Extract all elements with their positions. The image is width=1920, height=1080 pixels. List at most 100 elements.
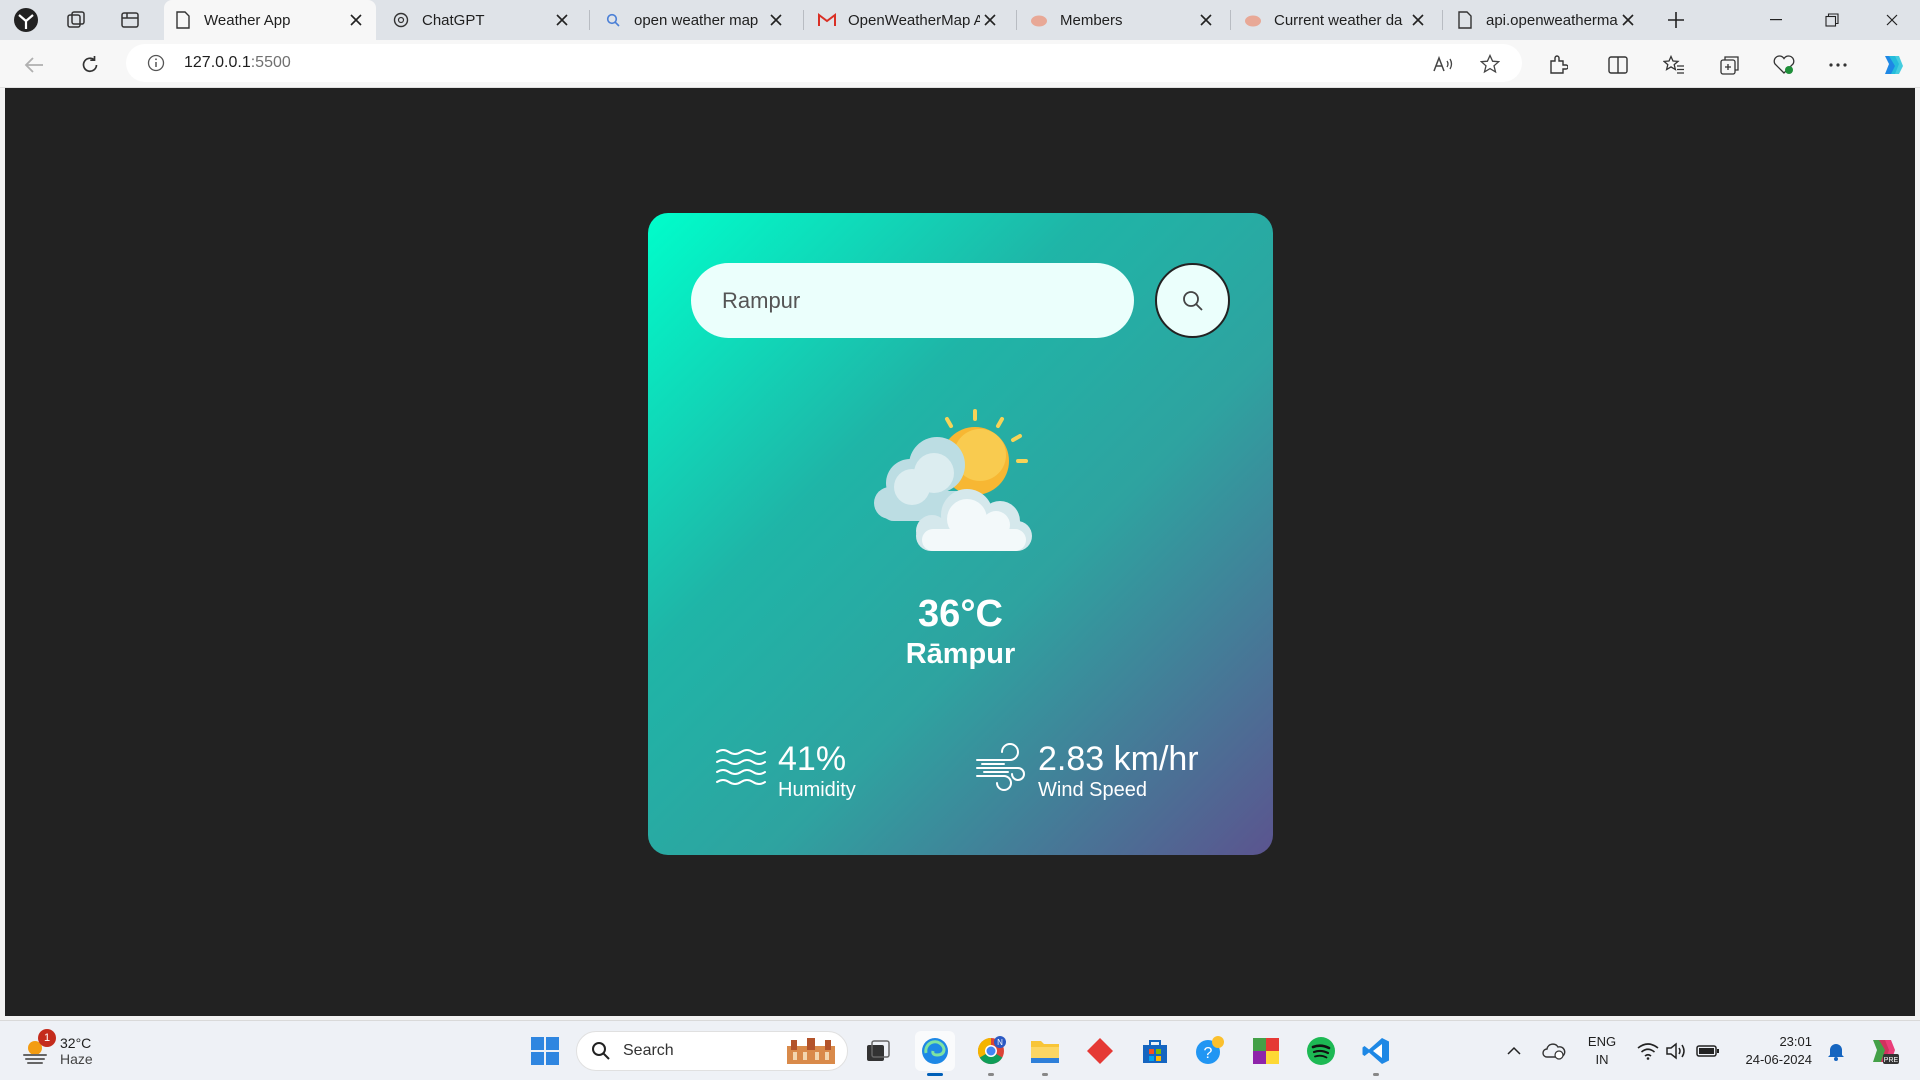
paint-app-icon[interactable] xyxy=(1246,1031,1286,1071)
edge-icon[interactable] xyxy=(915,1031,955,1076)
temperature: 36°C xyxy=(918,593,1003,635)
humidity-icon xyxy=(716,749,766,785)
refresh-icon[interactable] xyxy=(74,49,106,81)
notification-badge: 1 xyxy=(38,1029,56,1047)
city-search-input[interactable] xyxy=(691,263,1134,338)
tab-weather-app[interactable]: Weather App xyxy=(164,0,376,40)
site-info-icon[interactable] xyxy=(146,53,166,73)
taskbar-search-label: Search xyxy=(623,1042,674,1059)
search-highlight-icon xyxy=(787,1038,835,1064)
close-tab-icon[interactable] xyxy=(766,10,786,30)
battery-icon[interactable] xyxy=(1694,1035,1722,1067)
search-icon xyxy=(604,11,622,29)
close-tab-icon[interactable] xyxy=(1618,10,1638,30)
search-icon xyxy=(1182,290,1203,311)
svg-text:N: N xyxy=(997,1038,1003,1047)
clock[interactable]: 23:01 24-06-2024 xyxy=(1732,1033,1813,1069)
tab-open-weather-map-search[interactable]: open weather map xyxy=(594,0,796,40)
close-tab-icon[interactable] xyxy=(552,10,572,30)
tab-chatgpt[interactable]: ChatGPT xyxy=(382,0,582,40)
clock-time: 23:01 xyxy=(1779,1034,1812,1049)
task-view-icon[interactable] xyxy=(858,1031,898,1071)
page-icon xyxy=(174,11,192,29)
humidity-text: 41% Humidity xyxy=(778,740,856,802)
new-tab-icon[interactable] xyxy=(1662,6,1690,34)
restore-icon[interactable] xyxy=(1804,0,1860,40)
close-window-icon[interactable] xyxy=(1864,0,1920,40)
site-icon xyxy=(1030,11,1048,29)
svg-text:PRE: PRE xyxy=(1884,1057,1899,1064)
tab-title: open weather map xyxy=(634,11,759,29)
volume-icon[interactable] xyxy=(1662,1035,1690,1067)
notification-bell-icon[interactable] xyxy=(1822,1035,1850,1067)
url-text: 127.0.0.1:5500 xyxy=(184,54,291,72)
language-code: ENG xyxy=(1587,1034,1617,1049)
tab-title: Current weather da xyxy=(1274,11,1403,29)
browser-essentials-icon[interactable] xyxy=(1770,51,1798,79)
collections-icon[interactable] xyxy=(1716,51,1744,79)
copilot-preview-icon[interactable]: PRE xyxy=(1866,1035,1902,1067)
more-options-icon[interactable] xyxy=(1824,51,1852,79)
wifi-icon[interactable] xyxy=(1634,1035,1662,1067)
spotify-icon[interactable] xyxy=(1301,1031,1341,1071)
profile-icon[interactable] xyxy=(12,6,40,34)
weather-widget[interactable]: 1 32°C Haze xyxy=(20,1029,93,1071)
taskbar: 1 32°C Haze Search N ? ENG IN 23:01 24-0… xyxy=(0,1020,1920,1080)
start-icon[interactable] xyxy=(525,1031,565,1071)
tab-members[interactable]: Members xyxy=(1020,0,1226,40)
favorites-icon[interactable] xyxy=(1660,51,1688,79)
minimize-icon[interactable] xyxy=(1748,0,1804,40)
file-explorer-icon[interactable] xyxy=(1025,1031,1065,1076)
tab-title: Weather App xyxy=(204,11,291,29)
wind-text: 2.83 km/hr Wind Speed xyxy=(1038,740,1199,802)
microsoft-store-icon[interactable] xyxy=(1135,1031,1175,1071)
chatgpt-icon xyxy=(392,11,410,29)
wind-icon xyxy=(976,743,1025,791)
vscode-icon[interactable] xyxy=(1356,1031,1396,1076)
partly-cloudy-icon xyxy=(874,409,1032,551)
humidity-value: 41% xyxy=(778,740,847,778)
widget-temperature: 32°C xyxy=(60,1035,92,1051)
close-tab-icon[interactable] xyxy=(346,10,366,30)
wind-value: 2.83 km/hr xyxy=(1038,740,1199,778)
input-language-indicator[interactable]: ENG IN xyxy=(1584,1033,1620,1069)
search-row xyxy=(691,263,1231,338)
tab-openweathermap-gmail[interactable]: OpenWeatherMap A xyxy=(808,0,1010,40)
read-aloud-icon[interactable] xyxy=(1432,52,1456,76)
back-icon[interactable] xyxy=(18,49,50,81)
tab-title: Members xyxy=(1060,11,1123,29)
address-bar[interactable]: 127.0.0.1:5500 xyxy=(126,44,1522,82)
git-kraken-icon[interactable] xyxy=(1080,1031,1120,1071)
close-tab-icon[interactable] xyxy=(1408,10,1428,30)
close-tab-icon[interactable] xyxy=(980,10,1000,30)
humidity-label: Humidity xyxy=(778,779,856,801)
widget-condition: Haze xyxy=(60,1051,93,1067)
site-icon xyxy=(1244,11,1262,29)
page-icon xyxy=(1456,11,1474,29)
tab-title: api.openweatherma xyxy=(1486,11,1618,29)
gmail-icon xyxy=(818,11,836,29)
split-screen-icon[interactable] xyxy=(1604,51,1632,79)
copilot-icon[interactable] xyxy=(1878,51,1906,79)
search-icon xyxy=(592,1042,610,1060)
search-button[interactable] xyxy=(1155,263,1230,338)
workspaces-icon[interactable] xyxy=(62,6,90,34)
onedrive-icon[interactable] xyxy=(1540,1035,1568,1067)
vertical-tabs-icon[interactable] xyxy=(116,6,144,34)
tab-current-weather-data[interactable]: Current weather da xyxy=(1234,0,1438,40)
page-viewport: 36°C Rāmpur 41% Humidity xyxy=(5,88,1915,1016)
url-port: :5500 xyxy=(250,54,291,71)
extensions-icon[interactable] xyxy=(1544,51,1572,79)
url-host: 127.0.0.1 xyxy=(184,54,251,71)
tips-icon[interactable]: ? xyxy=(1190,1031,1230,1071)
chrome-icon[interactable]: N xyxy=(971,1031,1011,1076)
humidity-section: 41% Humidity xyxy=(714,740,856,802)
close-tab-icon[interactable] xyxy=(1196,10,1216,30)
tab-api-openweathermap[interactable]: api.openweatherma xyxy=(1446,0,1648,40)
show-hidden-icons-icon[interactable] xyxy=(1500,1035,1528,1067)
taskbar-search[interactable]: Search xyxy=(576,1031,848,1071)
clock-date: 24-06-2024 xyxy=(1745,1052,1813,1067)
wind-section: 2.83 km/hr Wind Speed xyxy=(974,740,1199,802)
weather-card: 36°C Rāmpur 41% Humidity xyxy=(648,213,1273,855)
favorite-star-icon[interactable] xyxy=(1478,52,1502,76)
